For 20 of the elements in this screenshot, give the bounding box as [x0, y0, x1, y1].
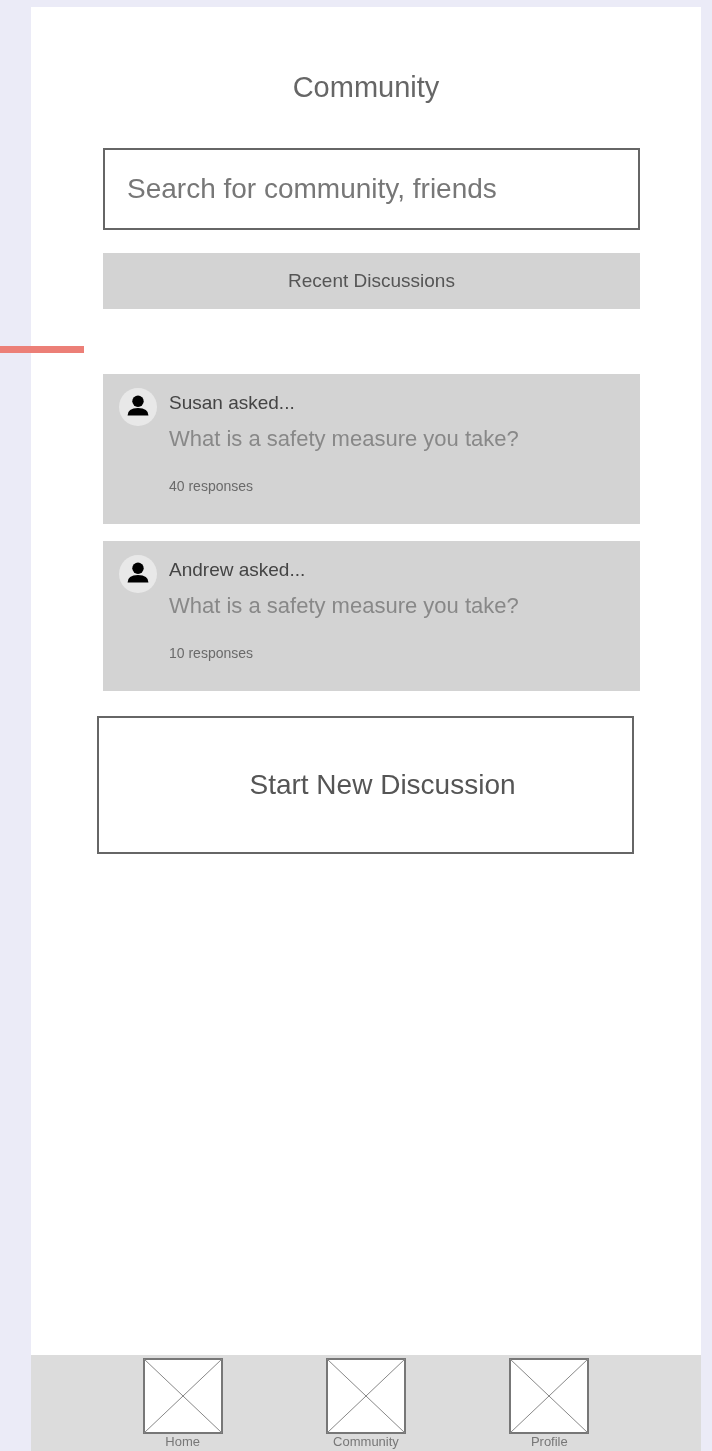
avatar-icon — [119, 555, 157, 593]
author-label: Andrew asked... — [169, 559, 307, 581]
page-title: Community — [291, 71, 441, 104]
image-placeholder-icon[interactable] — [142, 1358, 223, 1434]
search-field[interactable]: Search for community, friends — [103, 148, 640, 230]
image-placeholder-icon[interactable] — [326, 1358, 406, 1434]
discussion-card[interactable]: Andrew asked... What is a safety measure you take? 10 responses — [103, 541, 640, 691]
question-text: What is a safety measure you take? — [169, 593, 519, 619]
nav-label[interactable]: Community — [333, 1434, 399, 1449]
avatar-icon — [119, 388, 157, 426]
nav-label[interactable]: Home — [165, 1434, 200, 1449]
question-text: What is a safety measure you take? — [169, 426, 519, 452]
nav-label[interactable]: Profile — [530, 1434, 568, 1449]
start-discussion-button[interactable]: Start New Discussion — [97, 716, 634, 854]
response-count: 40 responses — [169, 478, 255, 494]
author-label: Susan asked... — [169, 392, 296, 414]
discussion-card[interactable]: Susan asked... What is a safety measure you take? 40 responses — [103, 374, 640, 524]
section-header: Recent Discussions — [103, 253, 640, 309]
response-count: 10 responses — [169, 645, 255, 661]
image-placeholder-icon[interactable] — [509, 1358, 590, 1434]
